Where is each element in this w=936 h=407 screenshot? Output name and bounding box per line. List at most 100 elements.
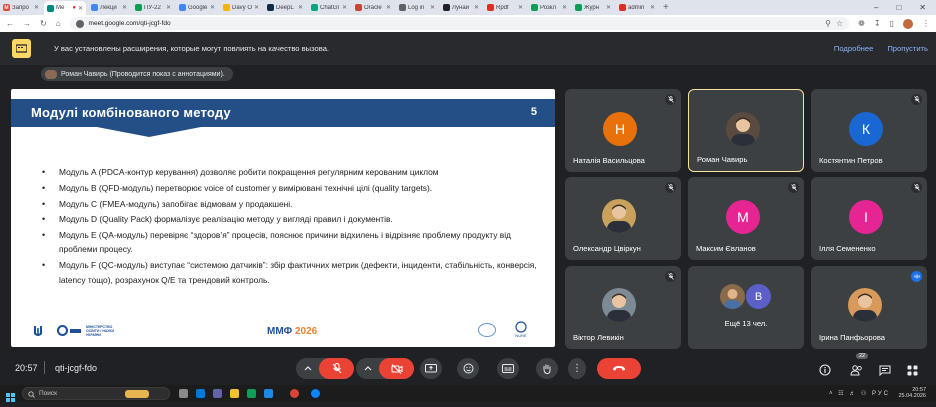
browser-tab[interactable]: Журн ✕ (572, 1, 614, 14)
camera-toggle-button[interactable] (379, 358, 414, 379)
downloads-icon[interactable]: ↧ (874, 19, 881, 28)
mic-toggle-button[interactable] (319, 358, 354, 379)
leave-call-button[interactable] (597, 358, 641, 379)
reload-icon[interactable]: ↻ (40, 19, 47, 28)
edge-icon[interactable] (311, 389, 320, 398)
more-options-button[interactable]: ⋮ (568, 358, 586, 379)
tab-close-icon[interactable]: ✕ (166, 4, 171, 11)
tab-close-icon[interactable]: ✕ (430, 4, 435, 11)
browser-tab[interactable]: ChatGI ✕ (308, 1, 350, 14)
tab-close-icon[interactable]: ✕ (78, 5, 83, 12)
file-explorer-icon[interactable] (230, 389, 239, 398)
extensions-icon[interactable]: ❁ (858, 19, 865, 28)
browser-tab[interactable]: Davy O ✕ (220, 1, 262, 14)
browser-tab[interactable]: Me ● ✕ (44, 1, 86, 15)
system-tray-icons[interactable]: ˄ ☷ ♬ ⚇ РУС (829, 390, 890, 397)
browser-tab[interactable]: Oracle ✕ (352, 1, 394, 14)
browser-tab[interactable]: M Запро ✕ (0, 1, 42, 14)
taskbar-app-icon[interactable] (196, 389, 205, 398)
maximize-icon[interactable]: □ (896, 3, 901, 12)
participant-tile[interactable]: В Ещё 13 чел. (688, 266, 804, 349)
url-text[interactable]: meet.google.com/qti-jcgf-fdo (89, 20, 171, 27)
captions-button[interactable] (497, 358, 519, 379)
details-link[interactable]: Подробнее (834, 44, 873, 53)
meeting-info-icon[interactable] (819, 363, 831, 381)
camera-options-chevron-icon[interactable] (356, 358, 379, 379)
slide-bullet: Модуль B (QFD-модуль) перетворює voice o… (42, 181, 542, 196)
tab-title: Davy O (232, 4, 252, 11)
mic-muted-icon (788, 182, 799, 193)
minimize-icon[interactable]: – (874, 3, 878, 12)
tab-close-icon[interactable]: ✕ (562, 4, 567, 11)
share-screen-button[interactable] (420, 358, 442, 379)
bookmark-star-icon[interactable]: ☆ (836, 19, 843, 28)
participant-tile[interactable]: Віктор Левикін (565, 266, 681, 349)
chrome-icon[interactable] (290, 389, 299, 398)
site-info-icon[interactable] (75, 19, 84, 28)
browser-tab[interactable]: DeepL ✕ (264, 1, 306, 14)
browser-toolbar: ← → ↻ ⌂ meet.google.com/qti-jcgf-fdo ⚲ ☆… (0, 15, 936, 32)
participant-tile[interactable]: Олександр Цвіркун (565, 177, 681, 260)
tab-close-icon[interactable]: ✕ (298, 4, 303, 11)
teams-icon[interactable] (213, 389, 222, 398)
taskbar-search[interactable]: Поиск (22, 387, 170, 400)
tab-close-icon[interactable]: ✕ (474, 4, 479, 11)
home-icon[interactable]: ⌂ (56, 19, 61, 28)
tab-close-icon[interactable]: ✕ (254, 4, 259, 11)
taskbar-app-icon[interactable] (264, 389, 273, 398)
participant-tile[interactable]: К Костянтин Петров (811, 89, 927, 172)
browser-tab[interactable]: ПУ-22 ✕ (132, 1, 174, 14)
participant-tile[interactable]: М Максим Євланов (688, 177, 804, 260)
participant-tile[interactable]: Ірина Панфьорова (811, 266, 927, 349)
tab-close-icon[interactable]: ✕ (342, 4, 347, 11)
profile-avatar[interactable] (903, 18, 913, 29)
tab-close-icon[interactable]: ✕ (386, 4, 391, 11)
new-tab-icon[interactable]: + (663, 2, 669, 13)
browser-tab[interactable]: Лекци ✕ (88, 1, 130, 14)
participant-tile[interactable]: І Ілля Семененко (811, 177, 927, 260)
skip-link[interactable]: Пропустить (887, 44, 928, 53)
taskbar-clock[interactable]: 20:57 25.04.2026 (898, 387, 926, 399)
forward-icon[interactable]: → (23, 19, 31, 28)
chat-icon[interactable] (879, 363, 891, 381)
tab-close-icon[interactable]: ✕ (650, 4, 655, 11)
tab-close-icon[interactable]: ✕ (210, 4, 215, 11)
windows-start-icon[interactable] (6, 389, 15, 407)
taskbar-app-icon[interactable] (247, 389, 256, 398)
browser-tab[interactable]: Лунаи ✕ (440, 1, 482, 14)
browser-tab[interactable]: admin ✕ (616, 1, 658, 14)
address-bar[interactable]: meet.google.com/qti-jcgf-fdo ⚲ ☆ (69, 17, 850, 30)
tab-favicon-icon: M (3, 4, 10, 11)
menu-dots-icon[interactable]: ⋮ (922, 19, 930, 28)
raise-hand-button[interactable] (536, 358, 558, 379)
tab-close-icon[interactable]: ✕ (518, 4, 523, 11)
browser-tab[interactable]: Розкл ✕ (528, 1, 570, 14)
tab-close-icon[interactable]: ✕ (34, 4, 39, 11)
browser-tab[interactable]: Google ✕ (176, 1, 218, 14)
zoom-icon[interactable]: ⚲ (825, 19, 831, 28)
tab-title: Лунаи (452, 4, 470, 11)
participant-tile[interactable]: Н Наталія Васильцова (565, 89, 681, 172)
participant-grid: Н Наталія Васильцова Роман Чавирь К Костянти… (565, 89, 932, 349)
reactions-button[interactable] (457, 358, 479, 379)
slide-header-band: Модулі комбінованого методу 5 (11, 99, 555, 127)
participant-name: Ілля Семененко (819, 244, 876, 253)
participant-tile[interactable]: Роман Чавирь (688, 89, 804, 172)
task-view-icon[interactable] (179, 389, 188, 398)
browser-tab[interactable]: Rpdf ✕ (484, 1, 526, 14)
tab-close-icon[interactable]: ✕ (122, 4, 127, 11)
activities-icon[interactable] (907, 363, 918, 381)
mic-options-chevron-icon[interactable] (296, 358, 319, 379)
divider (44, 361, 45, 374)
input-language[interactable]: РУС (872, 391, 890, 397)
tab-favicon-icon (135, 4, 142, 11)
sidebar-icon[interactable]: ▯ (890, 19, 894, 28)
tab-close-icon[interactable]: ✕ (606, 4, 611, 11)
close-window-icon[interactable]: ✕ (919, 3, 926, 12)
people-icon[interactable] (850, 363, 863, 381)
slide-bullet: Модуль A (PDCA-контур керування) дозволя… (42, 165, 542, 180)
tab-title: ПУ-22 (144, 4, 161, 11)
back-icon[interactable]: ← (6, 19, 14, 28)
browser-tab[interactable]: Log in ✕ (396, 1, 438, 14)
tab-title: DeepL (276, 4, 294, 11)
